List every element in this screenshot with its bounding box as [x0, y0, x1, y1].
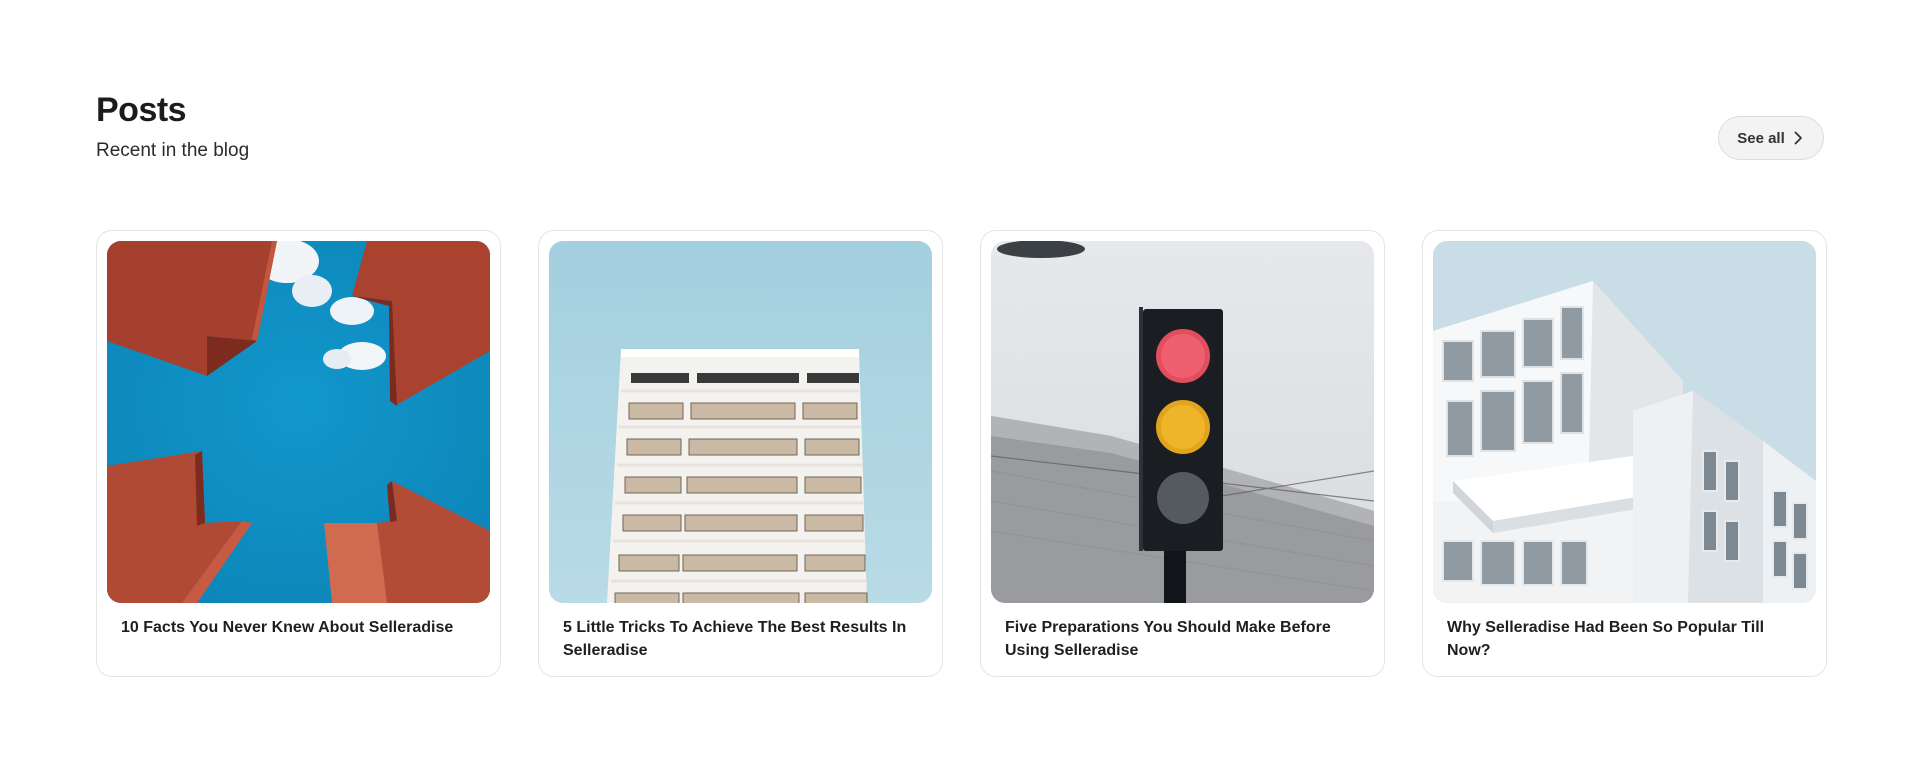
- post-title[interactable]: 5 Little Tricks To Achieve The Best Resu…: [549, 603, 932, 666]
- section-subtitle: Recent in the blog: [96, 140, 250, 161]
- chevron-right-icon: [1794, 131, 1802, 145]
- post-title[interactable]: 10 Facts You Never Knew About Selleradis…: [107, 603, 490, 643]
- post-title[interactable]: Why Selleradise Had Been So Popular Till…: [1433, 603, 1816, 666]
- section-header: Posts Recent in the blog: [96, 88, 249, 164]
- see-all-label: See all: [1737, 129, 1785, 147]
- post-title[interactable]: Five Preparations You Should Make Before…: [991, 603, 1374, 666]
- posts-grid: 10 Facts You Never Knew About Selleradis…: [96, 230, 1827, 677]
- post-card[interactable]: Five Preparations You Should Make Before…: [980, 230, 1385, 677]
- post-image[interactable]: [1433, 241, 1816, 603]
- post-image[interactable]: [549, 241, 932, 603]
- post-card[interactable]: 10 Facts You Never Knew About Selleradis…: [96, 230, 501, 677]
- post-image[interactable]: [991, 241, 1374, 603]
- see-all-button[interactable]: See all: [1718, 116, 1824, 160]
- post-card[interactable]: 5 Little Tricks To Achieve The Best Resu…: [538, 230, 943, 677]
- post-image[interactable]: [107, 241, 490, 603]
- post-card[interactable]: Why Selleradise Had Been So Popular Till…: [1422, 230, 1827, 677]
- blog-posts-section: Posts Recent in the blog See all 10 Fact…: [0, 0, 1905, 770]
- section-title: Posts: [96, 91, 187, 129]
